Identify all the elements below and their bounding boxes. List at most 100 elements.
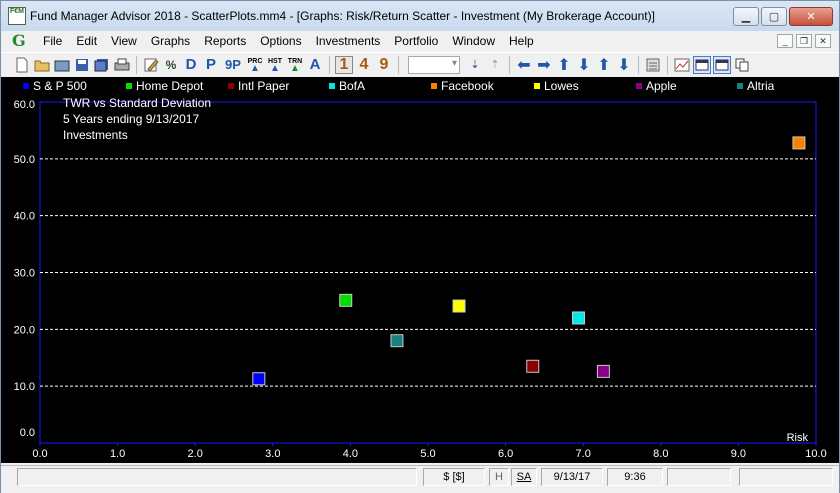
portfolio-icon[interactable] [53, 56, 71, 74]
period-4-button[interactable]: 4 [355, 56, 373, 74]
arrow-up-icon[interactable]: ⬆ [555, 56, 573, 74]
legend-label: S & P 500 [33, 79, 87, 93]
x-tick-label: 6.0 [498, 448, 513, 460]
data-point [596, 364, 610, 378]
app-menu-logo[interactable]: G [12, 32, 30, 50]
toolbar-separator [329, 55, 330, 74]
x-tick-label: 5.0 [420, 448, 435, 460]
arrow-down-alt-icon[interactable]: ⬇ [615, 56, 633, 74]
y-tick-label: 10.0 [14, 381, 35, 393]
menu-reports[interactable]: Reports [197, 34, 253, 48]
maximize-icon: ▢ [768, 10, 780, 23]
y-tick-label: 40.0 [14, 211, 35, 223]
x-tick-label: 9.0 [731, 448, 746, 460]
toolbar-9p-button[interactable]: 9P [222, 56, 244, 74]
menu-graphs[interactable]: Graphs [144, 34, 197, 48]
line-chart-icon[interactable] [673, 56, 691, 74]
maximize-button[interactable]: ▢ [761, 6, 787, 26]
menu-help[interactable]: Help [502, 34, 541, 48]
sort-ascending-icon[interactable]: ⇣ [466, 56, 484, 74]
legend-item-apple: Apple [636, 79, 677, 93]
toolbar-d-button[interactable]: D [182, 56, 200, 74]
scatter-plot-area[interactable]: 0.0 10.0 20.0 30.0 40.0 50.0 60.0 0.0 1.0 2.0 3.0 4… [1, 95, 839, 463]
mdi-restore-button[interactable]: ❐ [796, 34, 812, 48]
menu-options[interactable]: Options [253, 34, 308, 48]
sort-descending-icon[interactable]: ⇡ [486, 56, 504, 74]
scatter-plot: 0.0 10.0 20.0 30.0 40.0 50.0 60.0 0.0 1.0 2.0 3.0 4… [14, 96, 827, 460]
menu-bar: G File Edit View Graphs Reports Options … [1, 31, 839, 51]
print-icon[interactable] [113, 56, 131, 74]
transactions-button[interactable]: TRN ▲ [286, 56, 304, 74]
menu-investments[interactable]: Investments [309, 34, 388, 48]
save-icon[interactable] [73, 56, 91, 74]
legend-label: Home Depot [136, 79, 204, 93]
app-icon[interactable]: F€M [8, 7, 26, 25]
data-point [792, 136, 806, 150]
x-tick-label: 0.0 [32, 448, 47, 460]
data-point [390, 334, 404, 348]
mdi-minimize-button[interactable]: _ [777, 34, 793, 48]
close-icon: ✕ [806, 10, 816, 23]
up-arrow-icon: ▲ [270, 62, 280, 74]
menu-file[interactable]: File [36, 34, 69, 48]
data-point [526, 359, 540, 373]
legend-swatch [23, 83, 29, 89]
arrow-left-icon[interactable]: ⬅ [515, 56, 533, 74]
toolbar-separator [638, 55, 639, 74]
toolbar-a-button[interactable]: A [306, 56, 324, 74]
legend-swatch [534, 83, 540, 89]
period-9-button[interactable]: 9 [375, 56, 393, 74]
history-button[interactable]: HST ▲ [266, 56, 284, 74]
chart-legend: S & P 500 Home Depot Intl Paper BofA Fac… [1, 77, 839, 95]
menu-view[interactable]: View [104, 34, 144, 48]
edit-pencil-icon[interactable] [142, 56, 160, 74]
status-sa-indicator[interactable]: SA [511, 468, 537, 486]
copy-icon[interactable] [733, 56, 751, 74]
status-h-indicator: H [489, 468, 509, 486]
window-layout-alt-icon[interactable] [713, 55, 731, 74]
close-button[interactable]: ✕ [789, 6, 833, 26]
title-bar[interactable]: F€M Fund Manager Advisor 2018 - ScatterP… [1, 1, 839, 31]
legend-swatch [228, 83, 234, 89]
save-all-icon[interactable] [93, 56, 111, 74]
toolbar-p-button[interactable]: P [202, 56, 220, 74]
menu-edit[interactable]: Edit [69, 34, 104, 48]
x-axis-label: Risk [787, 432, 809, 444]
x-tick-label: 10.0 [805, 448, 826, 460]
period-1-button[interactable]: 1 [335, 55, 353, 74]
menu-window[interactable]: Window [445, 34, 502, 48]
minimize-icon: ▁ [741, 10, 751, 23]
menu-portfolio[interactable]: Portfolio [387, 34, 445, 48]
x-tick-label: 2.0 [188, 448, 203, 460]
legend-item-altria: Altria [737, 79, 774, 93]
status-currency: $ [$] [423, 468, 485, 486]
legend-swatch [431, 83, 437, 89]
status-panel-empty [667, 468, 731, 486]
open-folder-icon[interactable] [33, 56, 51, 74]
legend-label: Intl Paper [238, 79, 290, 93]
period-combo[interactable] [408, 55, 460, 74]
legend-label: Facebook [441, 79, 494, 93]
data-point [252, 372, 266, 386]
status-time: 9:36 [607, 468, 663, 486]
legend-item-home-depot: Home Depot [126, 79, 203, 93]
window-layout-icon[interactable] [693, 55, 711, 74]
calculator-icon[interactable] [644, 56, 662, 74]
x-tick-label: 3.0 [265, 448, 280, 460]
arrow-down-icon[interactable]: ⬇ [575, 56, 593, 74]
mdi-close-button[interactable]: ✕ [815, 34, 831, 48]
legend-label: Apple [646, 79, 677, 93]
x-tick-label: 7.0 [576, 448, 591, 460]
status-message-panel [17, 468, 417, 486]
prices-button[interactable]: PRC ▲ [246, 56, 264, 74]
legend-item-bofa: BofA [329, 79, 365, 93]
legend-swatch [636, 83, 642, 89]
percent-icon[interactable]: % [162, 56, 180, 74]
arrow-right-icon[interactable]: ➡ [535, 56, 553, 74]
arrow-up-alt-icon[interactable]: ⬆ [595, 56, 613, 74]
app-window: F€M Fund Manager Advisor 2018 - ScatterP… [0, 0, 840, 493]
y-tick-label: 30.0 [14, 268, 35, 280]
new-file-icon[interactable] [13, 56, 31, 74]
data-point [339, 293, 353, 307]
minimize-button[interactable]: ▁ [733, 6, 759, 26]
